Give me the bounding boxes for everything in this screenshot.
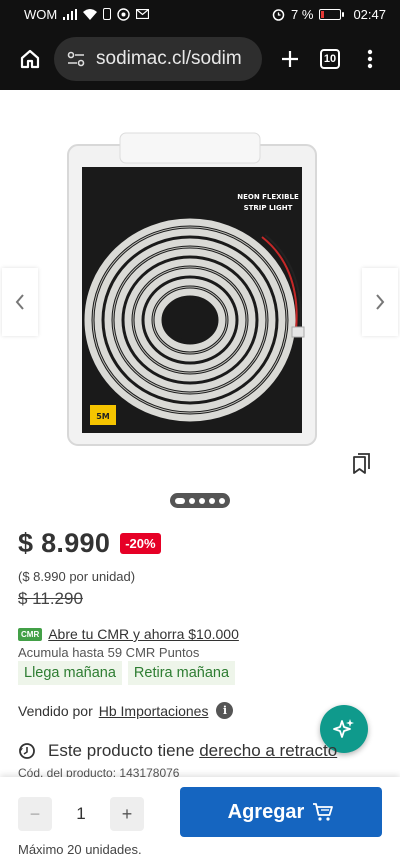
carrier-name: WOM [24,6,58,22]
home-button[interactable] [10,39,50,79]
max-units-note: Máximo 20 unidades. [18,842,142,857]
info-icon[interactable]: i [216,702,234,719]
more-vertical-icon [367,49,373,69]
pagination-dot[interactable] [199,497,205,504]
seller-row: Vendido por Hb Importaciones i [18,702,234,719]
pagination-dot[interactable] [219,497,225,504]
store-pickup-chip: Retira mañana [127,661,236,685]
gallery-next-button[interactable] [362,268,398,336]
current-price: $ 8.990 [18,528,111,558]
chevron-right-icon [376,294,385,310]
browser-menu-button[interactable] [350,39,390,79]
old-price: $ 11.290 [18,589,83,608]
whatsapp-icon [117,7,130,21]
battery-icon [319,8,345,20]
gallery-pagination [170,493,230,508]
pagination-dot[interactable] [189,497,195,504]
withdraw-text: Este producto tiene [48,741,195,760]
gallery-prev-button[interactable] [2,268,38,336]
new-tab-button[interactable] [270,39,310,79]
pagination-dot[interactable] [209,497,215,504]
wifi-icon [83,8,98,20]
delivery-options: Llega mañana Retira mañana [18,661,236,685]
home-delivery-chip: Llega mañana [18,661,122,685]
size-badge: 5M [96,412,110,421]
chevron-left-icon [15,294,24,310]
product-gallery: NEON FLEXIBLE STRIP LIGHT 5M [0,90,400,520]
cmr-points: Acumula hasta 59 CMR Puntos [18,645,200,660]
plus-icon [282,51,298,67]
home-icon [20,49,40,69]
browser-toolbar: sodimac.cl/sodim 10 [0,28,400,90]
package-text-1: NEON FLEXIBLE [237,193,299,201]
url-text: sodimac.cl/sodim [96,48,242,69]
save-to-list-button[interactable] [349,452,373,476]
quantity-value[interactable]: 1 [52,804,110,824]
gmail-icon [136,9,150,19]
address-bar[interactable]: sodimac.cl/sodim [54,37,262,81]
add-to-cart-bar: − 1 + Agregar Máximo 20 unidades. [0,777,400,866]
signal-icon [63,8,78,20]
cmr-logo: CMR [18,627,43,641]
discount-badge: -20% [120,533,161,554]
bookmark-list-icon [353,453,370,474]
clock: 02:47 [353,6,386,22]
cmr-offer: CMR Abre tu CMR y ahorra $10.000 [18,626,239,642]
quantity-stepper: − 1 + [18,797,144,831]
increase-quantity-button[interactable]: + [110,797,144,831]
seller-link[interactable]: Hb Importaciones [99,703,209,719]
add-to-cart-label: Agregar [227,800,305,823]
seller-label: Vendido por [18,702,93,719]
add-to-cart-button[interactable]: Agregar [180,787,382,837]
withdraw-link[interactable]: derecho a retracto [199,741,337,760]
product-image[interactable]: NEON FLEXIBLE STRIP LIGHT 5M [0,105,400,450]
decrease-quantity-button[interactable]: − [18,797,52,831]
withdraw-right-row: Este producto tiene derecho a retracto [18,741,337,761]
cmr-link[interactable]: Abre tu CMR y ahorra $10.000 [48,626,239,642]
cart-icon [313,803,334,821]
return-policy-icon [19,743,35,759]
phone-icon [103,8,112,20]
price-block: $ 8.990 -20% ($ 8.990 por unidad) $ 11.2… [18,528,388,609]
alarm-icon [272,8,285,21]
package-text-2: STRIP LIGHT [244,204,293,212]
status-bar: WOM 7 % 02:47 [0,0,400,28]
unit-price: ($ 8.990 por unidad) [18,569,136,584]
pagination-dot[interactable] [175,497,185,504]
site-settings-icon [67,51,85,67]
tab-count: 10 [320,49,340,69]
tabs-button[interactable]: 10 [310,39,350,79]
sparkle-icon [333,719,354,738]
battery-percent: 7 % [291,6,314,22]
